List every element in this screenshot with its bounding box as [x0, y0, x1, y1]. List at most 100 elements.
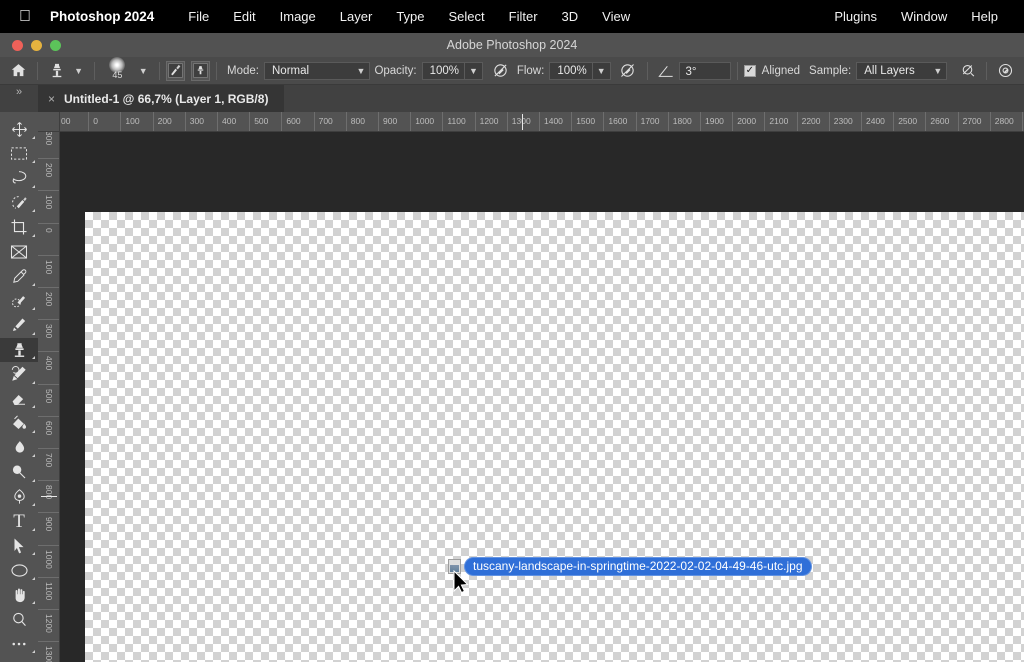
close-icon[interactable]: ×	[48, 92, 55, 106]
document-canvas[interactable]: tuscany-landscape-in-springtime-2022-02-…	[85, 212, 1024, 662]
sidebar-item-gradient-tool[interactable]	[0, 411, 38, 436]
aligned-checkbox[interactable]: ✓	[744, 64, 756, 77]
chevron-down-icon[interactable]: ▼	[69, 66, 88, 76]
sidebar-item-spot-healing-brush-tool[interactable]	[0, 289, 38, 314]
ruler-tick: 2000	[732, 112, 756, 131]
ruler-corner[interactable]	[38, 112, 60, 132]
photoshop-window:  Photoshop 2024 File Edit Image Layer T…	[0, 0, 1024, 662]
sidebar-item-brush-tool[interactable]	[0, 313, 38, 338]
menu-filter[interactable]: Filter	[497, 9, 550, 24]
ruler-tick-label: 700	[318, 116, 333, 126]
expand-panels-icon[interactable]: »	[0, 85, 38, 112]
sidebar-item-hand-tool[interactable]	[0, 583, 38, 608]
sample-select[interactable]: All Layers ▼	[856, 61, 948, 80]
sidebar-item-clone-stamp-tool[interactable]	[0, 337, 38, 362]
menu-select[interactable]: Select	[437, 9, 497, 24]
menu-3d[interactable]: 3D	[550, 9, 591, 24]
sidebar-item-marquee-tool[interactable]	[0, 142, 38, 167]
sidebar-item-eyedropper-tool[interactable]	[0, 264, 38, 289]
blend-mode-select[interactable]: Normal ▼	[264, 61, 371, 80]
drag-drop-file-item[interactable]: tuscany-landscape-in-springtime-2022-02-…	[448, 557, 812, 576]
menu-file[interactable]: File	[176, 9, 221, 24]
ignore-adjustment-layers-icon[interactable]	[955, 60, 980, 82]
tool-flyout-indicator	[32, 356, 35, 359]
clone-stamp-icon[interactable]	[44, 60, 69, 82]
ruler-tick: 100	[38, 190, 59, 222]
edit-toolbar-button[interactable]	[0, 632, 38, 657]
angle-icon	[653, 60, 678, 82]
brush-panel-icon[interactable]	[165, 60, 185, 81]
ruler-tick: 1300	[506, 112, 531, 131]
sidebar-item-ellipse-tool[interactable]	[0, 558, 38, 583]
sidebar-item-lasso-tool[interactable]	[0, 166, 38, 191]
chevron-down-icon[interactable]: ▼	[591, 62, 610, 79]
pressure-opacity-icon[interactable]	[488, 60, 513, 82]
sidebar-item-history-brush-tool[interactable]	[0, 362, 38, 387]
chevron-down-icon[interactable]: ▼	[464, 62, 482, 79]
menu-layer[interactable]: Layer	[328, 9, 385, 24]
tool-flyout-indicator	[32, 429, 35, 433]
pressure-size-icon[interactable]	[993, 60, 1018, 82]
tool-flyout-indicator	[32, 307, 35, 310]
clone-source-panel-icon[interactable]	[190, 60, 211, 81]
menu-plugins[interactable]: Plugins	[822, 9, 889, 24]
zoom-button[interactable]	[50, 39, 61, 51]
ruler-tick-label: 400	[44, 356, 54, 371]
minimize-button[interactable]	[31, 39, 42, 51]
menu-edit[interactable]: Edit	[221, 9, 267, 24]
menu-help[interactable]: Help	[959, 9, 1010, 24]
sidebar-item-dodge-tool[interactable]	[0, 460, 38, 485]
chevron-down-icon[interactable]: ▼	[134, 66, 153, 76]
close-button[interactable]	[12, 39, 23, 51]
brush-preset-picker[interactable]: 45	[101, 56, 134, 84]
sidebar-item-pen-tool[interactable]	[0, 485, 38, 510]
menu-window[interactable]: Window	[889, 9, 959, 24]
document-tab[interactable]: × Untitled-1 @ 66,7% (Layer 1, RGB/8)	[38, 85, 285, 112]
canvas-work-area[interactable]: tuscany-landscape-in-springtime-2022-02-…	[60, 132, 1024, 662]
ruler-tick: 500	[38, 383, 59, 416]
sidebar-item-frame-tool[interactable]	[0, 240, 38, 265]
sidebar-item-object-selection-tool[interactable]	[0, 191, 38, 216]
ruler-tick-label: 200	[44, 163, 54, 178]
tool-flyout-indicator	[32, 184, 35, 188]
brush-angle-field[interactable]: 3°	[678, 61, 732, 80]
menu-view[interactable]: View	[590, 9, 642, 24]
home-icon[interactable]	[6, 60, 31, 82]
sidebar-item-type-tool[interactable]: T	[0, 509, 38, 534]
ruler-tick-label: 2200	[801, 116, 821, 126]
sidebar-item-path-selection-tool[interactable]	[0, 534, 38, 559]
ruler-tick-label: 400	[222, 116, 237, 126]
ruler-tick-label: 1200	[479, 116, 499, 126]
sample-value: All Layers	[864, 64, 915, 77]
flow-stepper[interactable]: 100% ▼	[549, 61, 611, 80]
sidebar-item-blur-tool[interactable]	[0, 436, 38, 461]
divider	[986, 61, 987, 80]
ruler-tick-label: 0	[93, 116, 98, 126]
ruler-tick: 1800	[667, 112, 692, 131]
horizontal-ruler[interactable]: 00 0 100 200 300 400 500 600 700 800 900 1000 1100 12…	[60, 112, 1024, 132]
ruler-tick: 1400	[539, 112, 563, 131]
divider	[93, 61, 95, 80]
menu-image[interactable]: Image	[268, 9, 328, 24]
menu-type[interactable]: Type	[384, 9, 436, 24]
ruler-tick-label: 800	[44, 485, 54, 500]
sidebar-item-zoom-tool[interactable]	[0, 607, 38, 632]
sidebar-item-move-tool[interactable]	[0, 117, 38, 142]
opacity-stepper[interactable]: 100% ▼	[421, 61, 483, 80]
tool-flyout-indicator	[32, 527, 35, 531]
sidebar-item-eraser-tool[interactable]	[0, 387, 38, 412]
ruler-tick-label: 2100	[769, 116, 789, 126]
apple-logo-icon[interactable]: 	[14, 6, 36, 28]
tool-flyout-indicator	[32, 478, 35, 482]
ruler-tick: 200	[38, 287, 59, 319]
ruler-tick: 1600	[603, 112, 627, 131]
type-icon: T	[13, 510, 25, 532]
sidebar-item-crop-tool[interactable]	[0, 215, 38, 240]
drag-drop-filename: tuscany-landscape-in-springtime-2022-02-…	[464, 557, 812, 576]
airbrush-icon[interactable]	[615, 60, 640, 82]
ruler-tick: 2400	[861, 112, 885, 131]
ruler-tick: 2500	[893, 112, 917, 131]
vertical-ruler[interactable]: 300 200 100 0 100 200 300 400 500 600 700 800 900 100…	[38, 132, 60, 662]
ruler-tick: 200	[38, 158, 59, 190]
document-tab-label: Untitled-1 @ 66,7% (Layer 1, RGB/8)	[64, 91, 269, 106]
